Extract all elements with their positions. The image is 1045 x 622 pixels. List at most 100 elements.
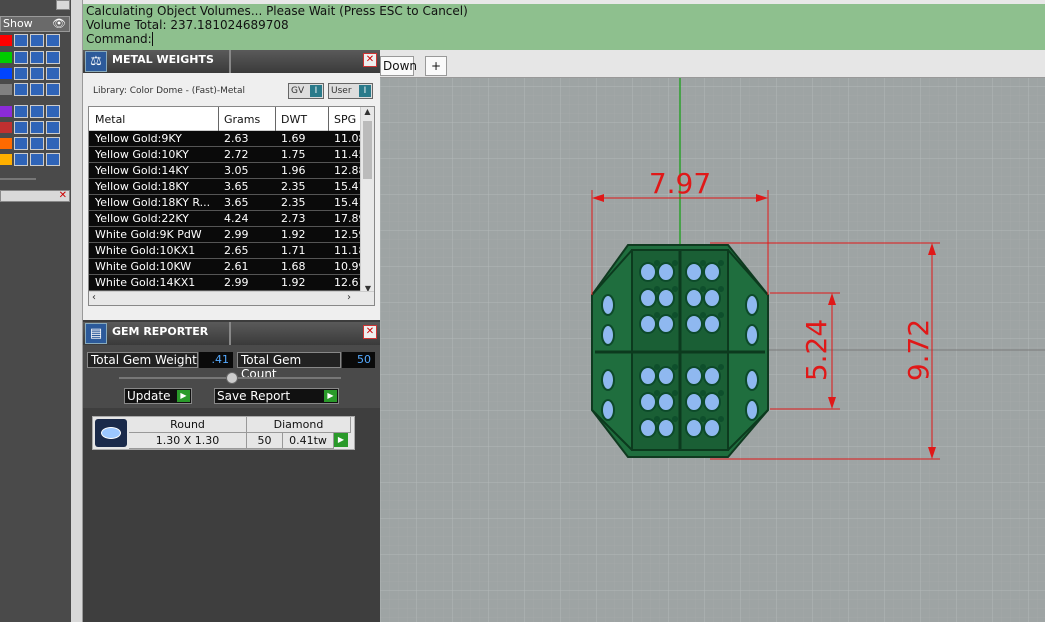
eye-icon[interactable]: 👁 [52,17,66,31]
layer-toggle-button[interactable] [46,34,60,47]
layer-color-swatch[interactable] [0,84,12,95]
scroll-left-icon[interactable]: ‹ [92,292,96,303]
layer-toggle-button[interactable] [46,153,60,166]
table-row[interactable]: White Gold:14KX1 2.99 1.92 12.61 [89,275,361,291]
vertical-scrollbar[interactable]: ▲ ▼ [360,107,374,293]
layer-row[interactable] [0,137,70,150]
layer-row[interactable] [0,121,70,134]
gv-label: GV [291,86,305,96]
gem-reporter-close-button[interactable]: ✕ [363,325,377,339]
layer-toggle-button[interactable] [30,153,44,166]
slider-knob[interactable] [226,372,238,384]
layer-lock-button[interactable] [14,83,28,96]
layer-row[interactable] [0,105,70,118]
layer-color-swatch[interactable] [0,106,12,117]
spg-value: 11.18 [334,244,361,257]
layer-row[interactable] [0,153,70,166]
layer-toggle-button[interactable] [30,121,44,134]
layers-close-button[interactable] [56,0,70,10]
report-icon: ▤ [85,323,107,344]
scrollbar-thumb[interactable] [363,121,372,179]
metal-name: Yellow Gold:18KY R... [95,196,211,209]
add-tab-button[interactable]: + [425,56,447,76]
layer-color-swatch[interactable] [0,154,12,165]
save-report-button[interactable]: Save Report ▶ [214,388,339,404]
table-row[interactable]: Yellow Gold:18KY R... 3.65 2.35 15.41 [89,195,361,211]
viewport[interactable]: 7.97 9.72 5.24 [380,50,1045,622]
layer-toggle-button[interactable] [46,105,60,118]
grams-value: 3.65 [224,180,249,193]
layer-toggle-button[interactable] [30,34,44,47]
gem-stone [657,366,675,386]
gem-stone [745,294,759,316]
table-row[interactable]: Yellow Gold:22KY 4.24 2.73 17.89 [89,211,361,227]
table-row[interactable]: White Gold:10KW 2.61 1.68 10.99 [89,259,361,275]
layer-lock-button[interactable] [14,67,28,80]
prong [718,312,724,318]
titlebar-divider [229,50,231,73]
user-toggle[interactable]: User I [328,83,373,99]
spg-value: 11.08 [334,132,361,145]
layer-toggle-button[interactable] [46,51,60,64]
metal-weights-close-button[interactable]: ✕ [363,53,377,67]
scroll-right-icon[interactable]: › [347,292,351,303]
layer-row[interactable] [0,83,70,96]
layer-row[interactable] [0,51,70,64]
layer-lock-button[interactable] [14,121,28,134]
gem-stone [745,399,759,421]
layer-color-swatch[interactable] [0,68,12,79]
grams-value: 3.65 [224,196,249,209]
layer-color-swatch[interactable] [0,35,12,46]
table-row[interactable]: Yellow Gold:14KY 3.05 1.96 12.88 [89,163,361,179]
gv-toggle[interactable]: GV I [288,83,324,99]
viewport-canvas: 7.97 9.72 5.24 [380,50,1045,622]
layer-lock-button[interactable] [14,137,28,150]
gem-count: 50 [247,433,283,449]
col-dwt[interactable]: DWT [281,113,307,126]
gem-list-item[interactable]: Round Diamond 1.30 X 1.30 50 0.41tw ▶ [92,416,355,450]
gem-model[interactable] [591,244,769,458]
horizontal-scrollbar[interactable]: ‹ › [89,291,374,305]
layer-toggle-button[interactable] [46,83,60,96]
layer-toggle-button[interactable] [46,137,60,150]
layer-color-swatch[interactable] [0,122,12,133]
spg-value: 12.59 [334,228,361,241]
layer-toggle-button[interactable] [46,67,60,80]
command-prompt[interactable]: Command: [86,32,1045,46]
layer-toggle-button[interactable] [46,121,60,134]
scroll-up-icon[interactable]: ▲ [361,107,374,116]
layer-toggle-button[interactable] [30,83,44,96]
layer-toggle-button[interactable] [30,51,44,64]
layer-lock-button[interactable] [14,34,28,47]
layer-lock-button[interactable] [14,153,28,166]
spg-value: 17.89 [334,212,361,225]
gem-stone [745,369,759,391]
layer-toggle-button[interactable] [30,105,44,118]
col-spg[interactable]: SPG [334,113,356,126]
gem-weight: 0.41tw [283,433,334,449]
layer-color-swatch[interactable] [0,52,12,63]
panel-divider[interactable] [71,0,83,622]
layer-row[interactable] [0,34,70,47]
table-row[interactable]: White Gold:9K PdW 2.99 1.92 12.59 [89,227,361,243]
gem-select-button[interactable]: ▶ [334,433,348,447]
update-button[interactable]: Update ▶ [124,388,192,404]
table-row[interactable]: Yellow Gold:9KY 2.63 1.69 11.08 [89,131,361,147]
tab-down[interactable]: Down [380,56,417,76]
col-metal[interactable]: Metal [95,113,125,126]
dwt-value: 2.35 [281,180,306,193]
layer-toggle-button[interactable] [30,67,44,80]
layer-row[interactable] [0,67,70,80]
gem-reporter-title: GEM REPORTER [112,325,209,338]
layer-lock-button[interactable] [14,105,28,118]
prong [654,390,660,396]
col-grams[interactable]: Grams [224,113,260,126]
gem-stone [657,418,675,438]
layer-color-swatch[interactable] [0,138,12,149]
layer-toggle-button[interactable] [30,137,44,150]
table-row[interactable]: Yellow Gold:10KY 2.72 1.75 11.45 [89,147,361,163]
layer-lock-button[interactable] [14,51,28,64]
table-row[interactable]: Yellow Gold:18KY 3.65 2.35 15.41 [89,179,361,195]
table-row[interactable]: White Gold:10KX1 2.65 1.71 11.18 [89,243,361,259]
close-icon[interactable]: ✕ [59,190,67,201]
